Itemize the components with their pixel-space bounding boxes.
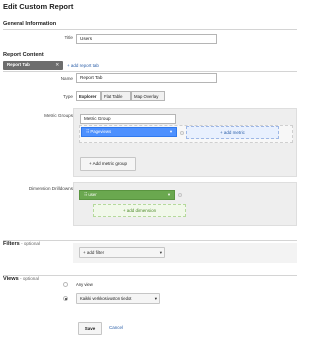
report-tab-label: Report Tab (7, 62, 30, 67)
cancel-link[interactable]: Cancel (109, 325, 123, 330)
type-map-overlay-button[interactable]: Map Overlay (131, 91, 165, 101)
add-filter-dropdown[interactable]: + add filter ▾ (79, 247, 165, 258)
type-explorer-button[interactable]: Explorer (76, 91, 101, 101)
metric-chip-label: Pageviews (90, 129, 112, 134)
metric-groups-label: Metric Groups (44, 113, 73, 118)
dimension-drilldowns-label: Dimension Drilldowns (28, 186, 73, 191)
help-icon[interactable] (180, 131, 184, 135)
add-metric-button[interactable]: + add metric (186, 126, 279, 139)
name-label: Name (60, 76, 73, 81)
views-title: Views (3, 276, 19, 282)
report-content-heading: Report Content (3, 52, 44, 58)
type-flat-table-button[interactable]: Flat Table (101, 91, 131, 101)
add-report-tab-link[interactable]: + add report tab (67, 63, 99, 68)
page-title: Edit Custom Report (3, 2, 74, 11)
add-dimension-button[interactable]: + add dimension (93, 204, 186, 217)
save-button[interactable]: Save (78, 322, 102, 335)
radio-any-view[interactable] (63, 282, 68, 287)
drag-handle-icon[interactable]: ⠿ (84, 192, 87, 197)
view-select-dropdown[interactable]: Kaikki verkkosivuston tiedot ▾ (76, 293, 160, 304)
drag-handle-icon[interactable]: ⠿ (86, 129, 89, 134)
views-heading: Views - optional (3, 267, 39, 285)
close-icon[interactable]: ✕ (55, 62, 59, 68)
chevron-down-icon: ▾ (159, 250, 162, 255)
report-tab-chip[interactable]: Report Tab ✕ (3, 61, 63, 70)
radio-selected-dot (65, 298, 67, 300)
type-label: Type (63, 94, 73, 99)
metric-group-name-input[interactable]: Metric Group (80, 114, 176, 124)
dimension-chip[interactable]: ⠿ user ▾ (79, 190, 175, 200)
divider (3, 71, 297, 72)
title-input[interactable]: Users (76, 34, 217, 44)
filters-heading: Filters - optional (3, 232, 40, 250)
chevron-down-icon[interactable]: ▾ (170, 129, 172, 135)
dimension-chip-label: user (88, 192, 97, 197)
views-optional: - optional (18, 276, 39, 281)
name-input[interactable]: Report Tab (76, 73, 217, 83)
add-filter-label: + add filter (83, 250, 105, 255)
type-selector: Explorer Flat Table Map Overlay (76, 91, 165, 101)
divider (3, 275, 297, 276)
filters-title: Filters (3, 241, 20, 247)
title-label: Title (64, 35, 73, 40)
any-view-label: Any view (76, 282, 93, 287)
chevron-down-icon: ▾ (154, 296, 157, 301)
add-metric-group-button[interactable]: + Add metric group (80, 157, 136, 171)
divider (3, 29, 297, 30)
metric-chip[interactable]: ⠿ Pageviews ▾ (81, 127, 177, 137)
filters-optional: - optional (19, 241, 40, 246)
divider (3, 240, 297, 241)
radio-specific-view[interactable] (63, 296, 68, 301)
chevron-down-icon[interactable]: ▾ (168, 192, 170, 198)
help-icon[interactable] (178, 193, 182, 197)
general-info-heading: General Information (3, 21, 57, 27)
view-select-label: Kaikki verkkosivuston tiedot (80, 296, 132, 301)
